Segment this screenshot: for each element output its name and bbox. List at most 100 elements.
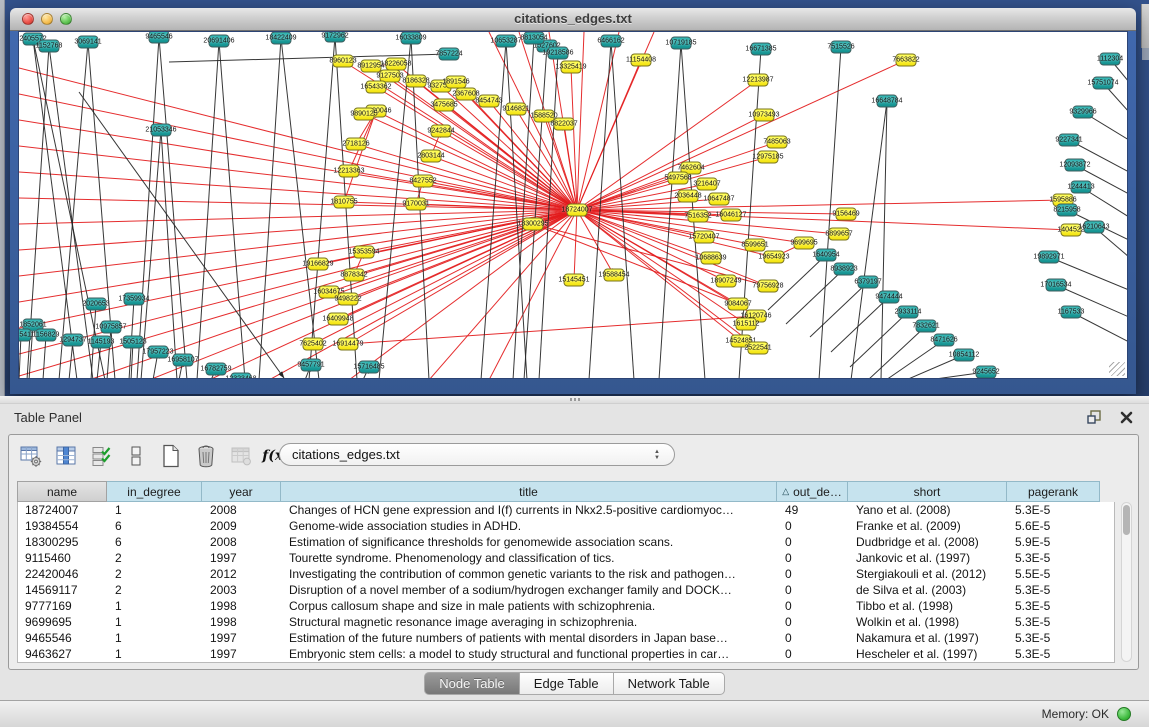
table-cell[interactable]: Tourette syndrome. Phenomenology and cla… [282,550,778,566]
network-node[interactable]: 15716485 [359,361,380,374]
network-node[interactable]: 10973493 [754,109,775,122]
network-node[interactable]: 7625402 [303,338,324,351]
network-node[interactable]: 12975185 [758,151,779,164]
network-node[interactable]: 1167533 [1061,306,1082,319]
network-node[interactable]: 15353594 [354,246,375,259]
table-cell[interactable]: 6 [108,518,203,534]
column-header-year[interactable]: year [202,481,281,502]
table-cell[interactable]: 1998 [203,614,282,630]
network-node[interactable]: 8960123 [333,55,354,68]
table-cell[interactable]: 5.3E-5 [1008,550,1101,566]
network-node[interactable]: 2036448 [678,190,699,203]
panel-splitter[interactable] [0,396,1149,404]
network-node[interactable]: 7832621 [916,320,937,333]
table-cell[interactable]: 5.3E-5 [1008,630,1101,646]
table-cell[interactable]: 2 [108,566,203,582]
network-node[interactable]: 9170031 [406,198,427,211]
table-cell[interactable]: Estimation of the future numbers of pati… [282,630,778,646]
network-node[interactable]: 1152768 [39,40,60,53]
network-node[interactable]: 8822037 [554,118,575,131]
network-node[interactable]: 8471626 [934,334,955,347]
network-node[interactable]: 9699695 [794,237,815,250]
table-row[interactable]: 946554611997Estimation of the future num… [18,630,1114,646]
table-cell[interactable]: Nakamura et al. (1997) [849,630,1008,646]
table-cell[interactable]: 2008 [203,534,282,550]
column-header-pagerank[interactable]: pagerank [1007,481,1100,502]
tab-edge-table[interactable]: Edge Table [520,672,614,695]
network-node[interactable]: 1615112 [736,318,757,331]
network-node[interactable]: 7485063 [767,136,788,149]
network-node[interactable]: 16782759 [206,363,227,376]
table-cell[interactable]: Changes of HCN gene expression and I(f) … [282,502,778,518]
table-cell[interactable]: 2008 [203,502,282,518]
table-row[interactable]: 977716911998Corpus callosum shape and si… [18,598,1114,614]
network-canvas[interactable]: 1872400789601238912954182260589127503165… [18,31,1128,379]
table-cell[interactable]: 14569117 [18,582,108,598]
network-node[interactable]: 1145193 [91,336,112,349]
tab-node-table[interactable]: Node Table [424,672,520,695]
network-node[interactable]: 8599651 [745,239,766,252]
close-panel-icon[interactable] [1117,408,1135,426]
network-node[interactable]: 9084067 [728,298,749,311]
table-cell[interactable]: 1 [108,630,203,646]
table-cell[interactable]: 1997 [203,646,282,662]
network-node[interactable]: 7515526 [831,41,852,54]
table-cell[interactable]: 2009 [203,518,282,534]
table-cell[interactable]: Estimation of significance thresholds fo… [282,534,778,550]
network-node[interactable]: 12093872 [1065,159,1086,172]
tab-network-table[interactable]: Network Table [614,672,725,695]
table-cell[interactable]: 0 [778,614,849,630]
network-node[interactable]: 9890125 [354,108,375,121]
network-window-titlebar[interactable]: citations_edges.txt [10,8,1136,31]
network-node[interactable]: 8813054 [524,32,545,45]
network-node[interactable]: 10653287 [496,35,517,48]
table-cell[interactable]: Embryonic stem cells: a model to study s… [282,646,778,662]
network-node[interactable]: 8899657 [829,228,850,241]
table-row[interactable]: 946362711997Embryonic stem cells: a mode… [18,646,1114,662]
network-node[interactable]: 12323468 [231,373,252,380]
network-node[interactable]: 9242844 [431,125,452,138]
network-node[interactable]: 8215958 [1057,204,1078,217]
table-cell[interactable]: 0 [778,534,849,550]
table-selector[interactable]: citations_edges.txt ▲▼ [279,443,675,466]
table-cell[interactable]: 5.6E-5 [1008,518,1101,534]
table-cell[interactable]: 9465546 [18,630,108,646]
column-header-title[interactable]: title [281,481,777,502]
network-node[interactable]: 10854112 [954,349,975,362]
network-node[interactable]: 3069141 [78,36,99,49]
table-row[interactable]: 1938455462009Genome-wide association stu… [18,518,1114,534]
network-node[interactable]: 10719185 [671,37,692,50]
table-cell[interactable]: Franke et al. (2009) [849,518,1008,534]
network-node[interactable]: 1640954 [816,249,837,262]
table-cell[interactable]: 2003 [203,582,282,598]
column-header-short[interactable]: short [848,481,1007,502]
table-cell[interactable]: 9115460 [18,550,108,566]
table-cell[interactable]: 18300295 [18,534,108,550]
network-node[interactable]: 7857224 [439,48,460,61]
table-cell[interactable]: 5.3E-5 [1008,614,1101,630]
table-cell[interactable]: 5.5E-5 [1008,566,1101,582]
table-cell[interactable]: 5.3E-5 [1008,646,1101,662]
table-cell[interactable]: Structural magnetic resonance image aver… [282,614,778,630]
table-cell[interactable]: 9777169 [18,598,108,614]
delete-table-icon[interactable] [229,444,253,468]
network-node[interactable]: 16210643 [1084,221,1105,234]
table-scrollbar[interactable] [1121,502,1132,662]
network-node[interactable]: 17359934 [124,293,145,306]
network-node[interactable]: 16648784 [877,95,898,108]
network-node[interactable]: 16958107 [173,354,194,367]
network-node[interactable]: 19166829 [308,258,329,271]
table-cell[interactable]: Wolkin et al. (1998) [849,614,1008,630]
network-node[interactable]: 1112304 [1100,53,1121,66]
network-node[interactable]: 9245652 [976,366,997,379]
table-cell[interactable]: Stergiakouli et al. (2012) [849,566,1008,582]
table-cell[interactable]: 2 [108,550,203,566]
network-node[interactable]: 18907249 [716,275,737,288]
network-node[interactable]: 16046127 [721,209,742,222]
network-node[interactable]: 6466162 [601,35,622,48]
network-node[interactable]: 15720407 [694,231,715,244]
column-header-outde[interactable]: △out_de… [777,481,848,502]
table-cell[interactable]: 0 [778,550,849,566]
network-node[interactable]: 15751074 [1093,77,1114,90]
delete-column-icon[interactable] [194,444,218,468]
